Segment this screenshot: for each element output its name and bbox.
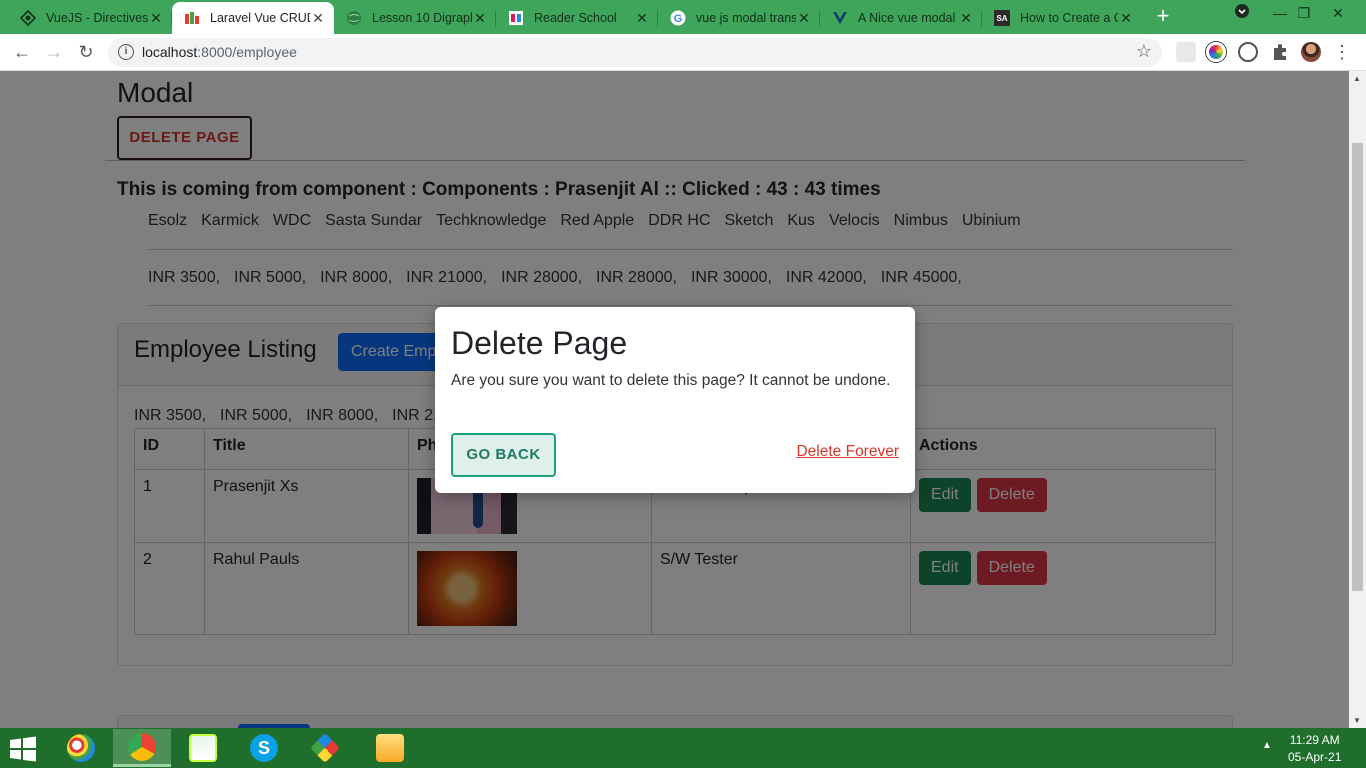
minimize-icon[interactable]: —	[1270, 3, 1290, 23]
close-icon[interactable]: ✕	[148, 10, 164, 27]
skype-icon[interactable]: S	[235, 729, 293, 767]
tab-title: How to Create a C	[1020, 11, 1118, 25]
file-explorer-icon[interactable]	[361, 729, 419, 767]
skype-icon-glyph: S	[250, 734, 278, 762]
tab-vuejs-directives[interactable]: VueJS - Directives ✕	[8, 2, 172, 34]
tab-title: VueJS - Directives	[46, 11, 148, 25]
extension-icon[interactable]	[1176, 42, 1196, 62]
tab-title: vue js modal trans	[696, 11, 796, 25]
system-clock[interactable]: 11:29 AM 05-Apr-21	[1288, 732, 1341, 766]
close-icon[interactable]: ✕	[472, 10, 488, 27]
vuejs-tutorial-icon	[20, 10, 36, 26]
tab-how-to-create[interactable]: SA How to Create a C ✕	[982, 2, 1142, 34]
google-icon: G	[670, 10, 686, 26]
scroll-up-icon[interactable]: ▲	[1353, 74, 1361, 83]
app-icon[interactable]	[296, 729, 354, 767]
chrome-icon-glyph	[128, 732, 156, 761]
clock-time: 11:29 AM	[1289, 733, 1340, 747]
tray-chevron-icon[interactable]: ▲	[1262, 740, 1272, 751]
go-back-button[interactable]: GO BACK	[451, 433, 556, 477]
modal-title: Delete Page	[451, 325, 628, 361]
app-icon-glyph	[310, 733, 340, 763]
tab-nice-vue-modal[interactable]: A Nice vue modal ✕	[820, 2, 982, 34]
forward-icon[interactable]: →	[42, 40, 66, 64]
address-bar[interactable]: i localhost:8000/employee ☆	[108, 38, 1162, 67]
notepad-icon-glyph	[189, 734, 217, 762]
delete-forever-link[interactable]: Delete Forever	[796, 443, 899, 461]
timer-extension-icon[interactable]	[1238, 42, 1258, 62]
url-path: /employee	[232, 44, 297, 60]
tab-title: A Nice vue modal	[858, 11, 956, 25]
vue-icon	[832, 10, 848, 26]
close-icon[interactable]: ✕	[1118, 10, 1134, 27]
color-picker-extension-icon[interactable]	[1206, 42, 1226, 62]
sa-icon: SA	[994, 10, 1010, 26]
tab-title: Reader School	[534, 11, 617, 25]
reader-school-icon	[508, 10, 524, 26]
url-port: :8000	[197, 44, 233, 60]
close-window-icon[interactable]: ✕	[1328, 3, 1348, 23]
browser-toolbar: ← → ↻ i localhost:8000/employee ☆ ⋮	[0, 34, 1366, 71]
browser-tab-strip: VueJS - Directives ✕ Laravel Vue CRUD ✕ …	[0, 0, 1366, 34]
bookmark-star-icon[interactable]: ☆	[1136, 41, 1152, 62]
back-icon[interactable]: ←	[10, 40, 34, 64]
close-icon[interactable]: ✕	[634, 10, 650, 27]
menu-kebab-icon[interactable]: ⋮	[1330, 40, 1354, 64]
close-icon[interactable]: ✕	[958, 10, 974, 27]
restore-icon[interactable]: ❐	[1294, 3, 1314, 23]
chrome-icon[interactable]	[113, 729, 171, 767]
page-scrollbar[interactable]: ▲ ▼	[1349, 71, 1366, 728]
tab-title: Laravel Vue CRUD	[210, 11, 310, 25]
site-info-icon[interactable]: i	[118, 44, 134, 60]
paint-icon-glyph	[67, 734, 95, 762]
windows-start-icon[interactable]	[8, 736, 40, 762]
delete-page-modal: Delete Page Are you sure you want to del…	[435, 307, 915, 493]
profile-avatar[interactable]	[1301, 42, 1321, 62]
folder-icon-glyph	[376, 734, 404, 762]
globe-icon	[346, 10, 362, 26]
page-content: Modal DELETE PAGE This is coming from co…	[0, 71, 1349, 728]
scroll-down-icon[interactable]: ▼	[1353, 716, 1361, 725]
url-text: localhost:8000/employee	[142, 44, 297, 60]
reload-icon[interactable]: ↻	[74, 40, 98, 64]
new-tab-button[interactable]: +	[1152, 5, 1174, 27]
windows-taskbar: S ▲ 11:29 AM 05-Apr-21	[0, 728, 1366, 768]
tab-reader-school[interactable]: Reader School ✕	[496, 2, 658, 34]
extensions-puzzle-icon[interactable]	[1270, 42, 1290, 62]
clock-date: 05-Apr-21	[1288, 750, 1342, 764]
svg-text:G: G	[674, 13, 683, 25]
tab-search-icon[interactable]	[1232, 3, 1252, 23]
paint-icon[interactable]	[52, 729, 110, 767]
tab-vue-js-modal[interactable]: G vue js modal trans ✕	[658, 2, 820, 34]
close-icon[interactable]: ✕	[310, 10, 326, 27]
tab-laravel-vue-crud[interactable]: Laravel Vue CRUD ✕	[172, 2, 334, 34]
modal-body: Are you sure you want to delete this pag…	[451, 372, 891, 389]
tab-lesson-10[interactable]: Lesson 10 Digraph ✕	[334, 2, 496, 34]
tab-title: Lesson 10 Digraph	[372, 11, 472, 25]
notepad-icon[interactable]	[174, 729, 232, 767]
scrollbar-thumb[interactable]	[1352, 143, 1363, 591]
laravel-vue-icon	[184, 10, 200, 26]
close-icon[interactable]: ✕	[796, 10, 812, 27]
url-host: localhost	[142, 44, 198, 60]
